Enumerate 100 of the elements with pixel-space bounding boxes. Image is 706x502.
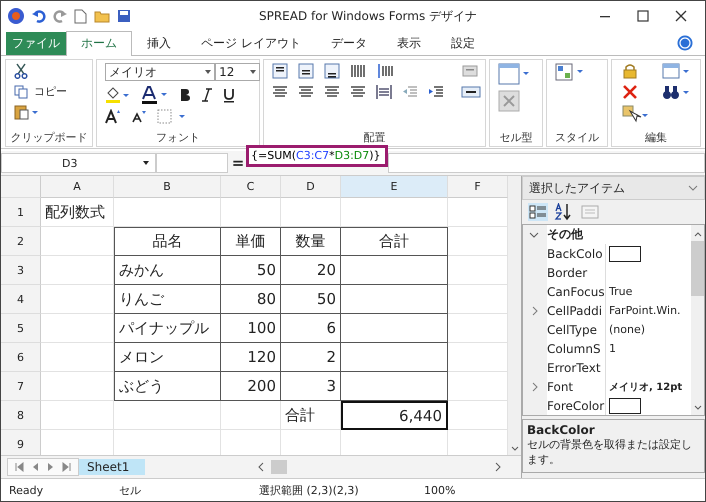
expand-icon[interactable]: [532, 382, 538, 392]
property-name[interactable]: CellPaddi: [547, 302, 605, 320]
help-icon[interactable]: [677, 35, 693, 51]
property-name[interactable]: CanFocus: [547, 282, 605, 300]
row-header[interactable]: 9: [1, 430, 41, 455]
undo-icon[interactable]: [32, 9, 46, 23]
scroll-down-icon[interactable]: [510, 446, 518, 452]
underline-icon[interactable]: [223, 88, 236, 102]
property-value[interactable]: True: [609, 285, 632, 298]
cell-style-icon[interactable]: [555, 63, 586, 81]
font-color-icon[interactable]: [141, 86, 170, 104]
ribbon-tab[interactable]: 挿入: [132, 31, 186, 55]
expand-icon[interactable]: [532, 306, 538, 316]
ribbon-tab[interactable]: 設定: [436, 31, 490, 55]
color-swatch[interactable]: [609, 398, 641, 414]
property-value[interactable]: メイリオ, 12pt: [609, 380, 682, 394]
row-header[interactable]: 6: [1, 343, 41, 372]
redo-icon[interactable]: [53, 9, 67, 23]
save-icon[interactable]: [117, 9, 131, 23]
copy-button[interactable]: コピー: [14, 84, 67, 99]
sort-icon[interactable]: [662, 63, 690, 79]
property-value[interactable]: FarPoint.Win.: [609, 304, 681, 317]
lock-icon[interactable]: [622, 63, 638, 79]
first-sheet-icon[interactable]: [14, 462, 24, 472]
delete-icon[interactable]: [622, 84, 638, 100]
scroll-left-icon[interactable]: [257, 462, 265, 472]
increase-indent-icon[interactable]: [428, 85, 444, 99]
ribbon-tab[interactable]: 表示: [382, 31, 436, 55]
scroll-thumb[interactable]: [271, 460, 287, 474]
text-align-icon[interactable]: [324, 85, 340, 99]
cell-type-icon[interactable]: [498, 63, 530, 85]
property-name[interactable]: BackColo: [547, 244, 605, 262]
wrap-text-icon[interactable]: [461, 84, 482, 100]
column-header[interactable]: E: [341, 176, 448, 198]
new-file-icon[interactable]: [74, 8, 87, 24]
row-header[interactable]: 7: [1, 372, 41, 401]
decrease-indent-icon[interactable]: [402, 85, 418, 99]
vertical-align-icon[interactable]: [324, 63, 340, 79]
app-logo-icon[interactable]: [7, 7, 25, 25]
file-tab[interactable]: ファイル: [6, 32, 66, 55]
property-name[interactable]: Font: [547, 378, 605, 396]
categorized-icon[interactable]: [528, 203, 548, 221]
increase-font-icon[interactable]: [105, 109, 122, 124]
maximize-icon[interactable]: [637, 10, 649, 22]
vertical-align-icon[interactable]: [298, 63, 314, 79]
row-header[interactable]: 4: [1, 285, 41, 314]
fill-color-icon[interactable]: [105, 87, 132, 103]
property-name[interactable]: ColumnS: [547, 340, 605, 358]
property-value[interactable]: (none): [609, 323, 646, 336]
scroll-up-icon[interactable]: [694, 231, 702, 237]
column-header[interactable]: B: [114, 176, 221, 198]
scroll-thumb[interactable]: [691, 241, 704, 296]
ribbon-tab[interactable]: ホーム: [66, 31, 132, 56]
ribbon-tab[interactable]: データ: [316, 31, 382, 55]
row-header[interactable]: 5: [1, 314, 41, 343]
font-family-dropdown[interactable]: メイリオ: [105, 63, 216, 81]
scissors-icon[interactable]: [14, 63, 28, 79]
binoculars-icon[interactable]: [662, 84, 690, 100]
column-header[interactable]: A: [41, 176, 114, 198]
function-field[interactable]: [156, 153, 228, 173]
text-align-icon[interactable]: [298, 85, 314, 99]
property-name[interactable]: ForeColor: [547, 396, 605, 414]
select-cells-icon[interactable]: [622, 105, 648, 123]
copy-icon[interactable]: [14, 84, 28, 98]
formula-field[interactable]: [388, 153, 705, 173]
close-icon[interactable]: [675, 10, 687, 22]
column-header[interactable]: C: [221, 176, 281, 198]
decrease-font-icon[interactable]: [131, 110, 148, 123]
italic-icon[interactable]: [201, 88, 214, 102]
distribute-icon[interactable]: [376, 84, 392, 100]
vertical-scrollbar[interactable]: [508, 176, 521, 455]
column-header[interactable]: D: [281, 176, 341, 198]
vertical-scrollbar[interactable]: [691, 225, 704, 415]
sheet-tab[interactable]: Sheet1: [79, 459, 146, 475]
property-value[interactable]: 1: [609, 342, 616, 355]
clear-cell-type-icon[interactable]: [498, 90, 520, 112]
row-header[interactable]: 1: [1, 198, 41, 227]
bold-icon[interactable]: [179, 88, 192, 102]
row-header[interactable]: 2: [1, 227, 41, 256]
row-header[interactable]: 3: [1, 256, 41, 285]
font-size-dropdown[interactable]: 12: [215, 63, 260, 81]
text-align-icon[interactable]: [350, 85, 366, 99]
scroll-down-icon[interactable]: [694, 405, 702, 411]
collapse-icon[interactable]: [529, 232, 539, 238]
object-selector[interactable]: 選択したアイテム: [522, 176, 705, 200]
name-box[interactable]: D3: [1, 153, 156, 173]
vertical-text-icon[interactable]: [350, 63, 366, 79]
scroll-right-icon[interactable]: [494, 462, 502, 472]
folder-icon[interactable]: [94, 9, 110, 23]
border-icon[interactable]: [157, 109, 188, 124]
last-sheet-icon[interactable]: [62, 462, 72, 472]
color-swatch[interactable]: [609, 246, 641, 262]
sheet-navigation[interactable]: [7, 458, 79, 476]
rotate-text-icon[interactable]: [376, 63, 394, 79]
property-name[interactable]: ErrorText: [547, 358, 605, 376]
row-header[interactable]: 8: [1, 401, 41, 430]
text-align-icon[interactable]: [272, 85, 288, 99]
ribbon-tab[interactable]: ページ レイアウト: [186, 31, 316, 55]
property-name[interactable]: Border: [547, 264, 605, 282]
paste-icon[interactable]: [14, 104, 40, 120]
